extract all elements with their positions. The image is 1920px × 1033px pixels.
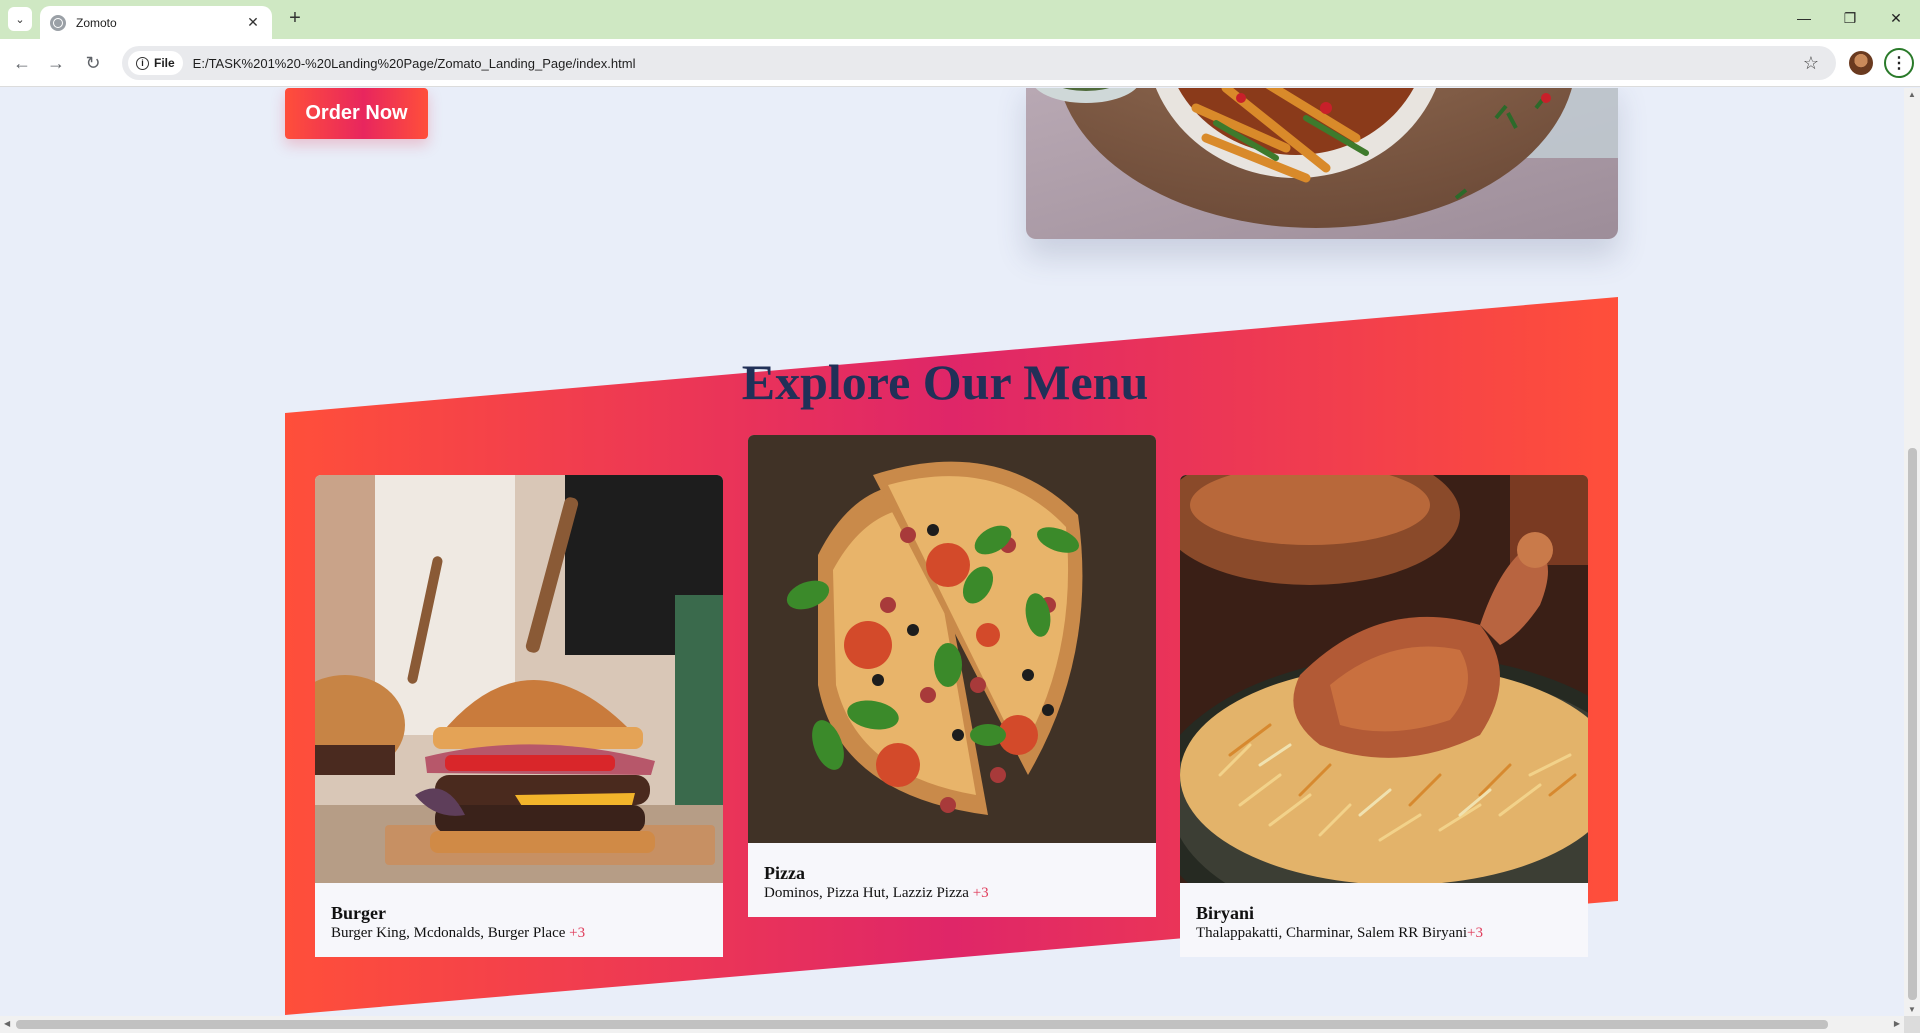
scrollbar-corner	[1904, 1016, 1920, 1033]
chevron-down-icon: ⌄	[15, 13, 25, 26]
back-arrow-icon: ←	[13, 53, 31, 73]
vertical-scroll-thumb[interactable]	[1908, 448, 1917, 1000]
card-body: Burger Burger King, Mcdonalds, Burger Pl…	[315, 883, 723, 957]
scroll-left-arrow-icon[interactable]: ◀	[4, 1019, 10, 1028]
vertical-scrollbar[interactable]: ▲ ▼	[1904, 88, 1920, 1016]
more-count[interactable]: +3	[569, 925, 585, 941]
menu-section-title: Explore Our Menu	[741, 354, 1149, 410]
scroll-up-arrow-icon[interactable]: ▲	[1907, 90, 1917, 99]
restore-button[interactable]: ❐	[1840, 8, 1860, 28]
restaurant-list: Thalappakatti, Charminar, Salem RR Birya…	[1196, 925, 1468, 941]
address-bar[interactable]: i File E:/TASK%201%20-%20Landing%20Page/…	[122, 46, 1836, 80]
minimize-button[interactable]: —	[1794, 8, 1814, 28]
card-body: Biryani Thalappakatti, Charminar, Salem …	[1180, 883, 1588, 957]
reload-icon: ↻	[85, 53, 101, 73]
browser-tab-bar: ⌄ Zomoto ✕ + — ❐ ✕	[0, 0, 1920, 39]
card-body: Pizza Dominos, Pizza Hut, Lazziz Pizza +…	[748, 843, 1156, 917]
horizontal-scrollbar[interactable]: ◀ ▶	[0, 1016, 1904, 1033]
kebab-menu-icon: ⋮	[1891, 55, 1907, 72]
horizontal-scroll-thumb[interactable]	[16, 1020, 1828, 1029]
browser-menu-button[interactable]: ⋮	[1884, 48, 1914, 78]
pizza-image	[748, 435, 1156, 843]
site-info-chip[interactable]: i File	[128, 51, 183, 75]
order-now-button[interactable]: Order Now	[285, 88, 428, 139]
tab-title: Zomoto	[76, 15, 117, 30]
site-chip-label: File	[154, 56, 175, 70]
scroll-right-arrow-icon[interactable]: ▶	[1894, 1019, 1900, 1028]
restaurant-list: Burger King, Mcdonalds, Burger Place	[331, 925, 570, 941]
card-restaurants: Thalappakatti, Charminar, Salem RR Birya…	[1196, 923, 1572, 943]
restaurant-list: Dominos, Pizza Hut, Lazziz Pizza	[764, 885, 973, 901]
url-text[interactable]: E:/TASK%201%20-%20Landing%20Page/Zomato_…	[193, 56, 1800, 71]
menu-card-burger[interactable]: Burger Burger King, Mcdonalds, Burger Pl…	[315, 475, 723, 957]
card-restaurants: Burger King, Mcdonalds, Burger Place +3	[331, 923, 707, 943]
browser-toolbar: ← → ↻ i File E:/TASK%201%20-%20Landing%2…	[0, 39, 1920, 87]
scroll-down-arrow-icon[interactable]: ▼	[1907, 1005, 1917, 1014]
card-title: Pizza	[764, 863, 805, 883]
card-title: Burger	[331, 903, 386, 923]
back-button[interactable]: ←	[10, 51, 34, 75]
star-icon[interactable]: ☆	[1800, 53, 1822, 74]
browser-tab[interactable]: Zomoto ✕	[40, 6, 272, 39]
close-tab-button[interactable]: ✕	[244, 14, 262, 31]
card-restaurants: Dominos, Pizza Hut, Lazziz Pizza +3	[764, 883, 1140, 903]
more-count[interactable]: +3	[973, 885, 989, 901]
tab-search-button[interactable]: ⌄	[8, 7, 32, 31]
biryani-image	[1180, 475, 1588, 883]
forward-button[interactable]: →	[44, 51, 68, 75]
hero-food-image	[1026, 88, 1618, 239]
more-count[interactable]: +3	[1467, 925, 1483, 941]
profile-avatar[interactable]	[1849, 51, 1873, 75]
menu-card-pizza[interactable]: Pizza Dominos, Pizza Hut, Lazziz Pizza +…	[748, 435, 1156, 917]
menu-card-biryani[interactable]: Biryani Thalappakatti, Charminar, Salem …	[1180, 475, 1588, 957]
new-tab-button[interactable]: +	[284, 8, 306, 30]
close-window-button[interactable]: ✕	[1886, 8, 1906, 28]
globe-icon	[50, 14, 66, 31]
reload-button[interactable]: ↻	[81, 51, 105, 75]
page-viewport: Order Now Explore Our Menu Burger Burger…	[0, 88, 1904, 1016]
info-icon: i	[136, 56, 149, 70]
burger-image	[315, 475, 723, 883]
card-title: Biryani	[1196, 903, 1255, 923]
forward-arrow-icon: →	[47, 53, 65, 73]
